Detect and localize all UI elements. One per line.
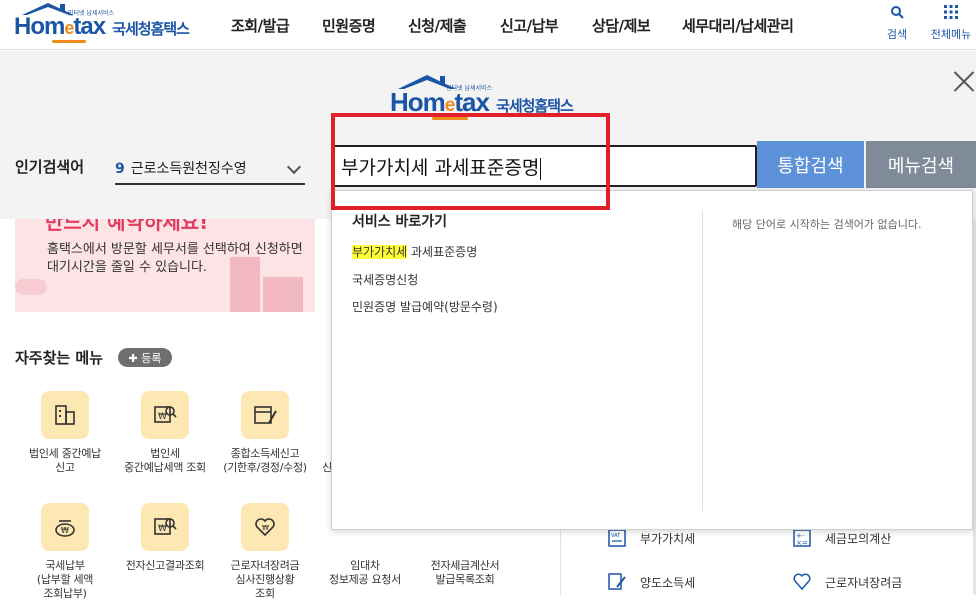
fav-label-8[interactable]: 임대차 정보제공 요청서 (310, 559, 420, 587)
fav-label-9-line1: 전자세금계산서 (430, 559, 500, 572)
suggestion-rest: 과세표준증명 (407, 245, 478, 259)
fav-label-7-line2: 심사진행상황 (235, 573, 295, 586)
fav-label-1-line2: 신고 (55, 461, 75, 474)
corporate-tax-search-icon[interactable]: ₩ (141, 391, 189, 439)
service-shortcut-title: 서비스 바로가기 (352, 214, 448, 230)
suggestion-highlight: 부가가치세 (352, 245, 408, 259)
menu-search-button[interactable]: 메뉴검색 (866, 141, 976, 188)
overlay-logo-tax: tax (454, 87, 490, 117)
fav-label-5-line2: (납부할 세액 (36, 573, 94, 586)
logo-swoosh (52, 40, 86, 43)
nav-apply-submit[interactable]: 신청/제출 (408, 15, 467, 36)
corporate-tax-interim-icon[interactable] (41, 391, 89, 439)
fav-label-6[interactable]: 전자신고결과조회 (110, 559, 220, 573)
nav-tax-agent[interactable]: 세무대리/납세관리 (682, 15, 794, 36)
banner-text-line1: 홈택스에서 방문할 세무서를 선택하여 신청하면 (47, 242, 303, 257)
banner-cloud (15, 279, 47, 295)
logo-korean: 국세청홈택스 (112, 20, 190, 38)
vat-icon[interactable]: VAT (607, 528, 627, 548)
grid-menu-icon (944, 5, 958, 19)
link-vat[interactable]: 부가가치세 (640, 530, 695, 547)
header-search-button[interactable]: 검색 (877, 5, 917, 42)
fav-label-7-line3: 조회 (255, 587, 275, 600)
suggestion-tax-certificate-apply[interactable]: 국세증명신청 (352, 271, 418, 288)
nav-inquiry-issue[interactable]: 조회/발급 (231, 15, 290, 36)
link-capital-gains-tax[interactable]: 양도소득세 (640, 574, 695, 591)
top-header: 인터넷 납세서비스 Hometax 국세청홈택스 조회/발급 민원증명 신청/제… (0, 0, 976, 50)
nav-consult-report[interactable]: 상담/제보 (592, 15, 651, 36)
popular-term: 근로소득원천징수영 (130, 161, 247, 177)
all-menu-button[interactable]: 전체메뉴 (928, 5, 974, 42)
fav-label-1[interactable]: 법인세 중간예납 신고 (10, 447, 120, 475)
fav-label-8-line2: 정보제공 요청서 (329, 573, 401, 586)
tax-payment-icon[interactable]: ₩ (41, 503, 89, 551)
fav-label-3-line1: 종합소득세신고 (230, 447, 300, 460)
svg-text:VAT: VAT (611, 533, 621, 539)
favorites-title: 자주찾는 메뉴 (15, 349, 104, 367)
all-menu-label: 전체메뉴 (930, 28, 972, 41)
heart-hands-icon[interactable] (792, 571, 812, 591)
logo-word-e: e (64, 18, 74, 38)
search-input[interactable]: 부가가치세 과세표준증명 (331, 145, 757, 187)
favorites-add-label: 등록 (141, 352, 162, 365)
favorites-add-button[interactable]: ✚ 등록 (118, 348, 172, 367)
banner-text: 홈택스에서 방문할 세무서를 선택하여 신청하면 대기시간을 줄일 수 있습니다… (47, 241, 303, 277)
svg-text:₩: ₩ (158, 524, 167, 534)
logo-word-tax: tax (73, 13, 106, 40)
svg-text:₩: ₩ (61, 526, 69, 535)
overlay-logo-e: e (444, 95, 456, 116)
fav-label-5-line3: 조회납부) (43, 587, 87, 600)
overlay-logo-korean: 국세청홈택스 (496, 97, 574, 115)
income-tax-calendar-icon[interactable] (241, 391, 289, 439)
logo-word-hom: Hom (14, 13, 65, 40)
fav-label-9-line2: 발급목록조회 (435, 573, 495, 586)
hometax-logo[interactable]: 인터넷 납세서비스 Hometax 국세청홈택스 (12, 2, 202, 46)
svg-text:₩: ₩ (262, 524, 269, 532)
nav-civil-certificate[interactable]: 민원증명 (322, 15, 376, 36)
link-tax-simulation[interactable]: 세금모의계산 (825, 530, 891, 547)
search-icon (891, 6, 904, 19)
svg-text:×=: ×= (796, 539, 808, 547)
plus-icon: ✚ (128, 352, 138, 365)
search-query-text: 부가가치세 과세표준증명 (341, 157, 540, 179)
banner-building (263, 277, 303, 312)
fav-label-2[interactable]: 법인세 중간예납세액 조회 (110, 447, 220, 475)
svg-text:₩: ₩ (158, 412, 167, 422)
header-search-label: 검색 (886, 28, 908, 41)
document-pen-icon[interactable] (607, 571, 627, 591)
suggestion-vat-certificate[interactable]: 부가가치세 과세표준증명 (352, 243, 477, 260)
text-caret (540, 157, 542, 180)
fav-label-2-line1: 법인세 (150, 447, 180, 460)
no-result-message: 해당 단어로 시작하는 검색어가 없습니다. (732, 218, 922, 231)
e-filing-result-icon[interactable]: ₩ (141, 503, 189, 551)
link-earned-income-credit[interactable]: 근로자녀장려금 (825, 574, 902, 591)
nav-report-pay[interactable]: 신고/납부 (500, 15, 559, 36)
overlay-logo-swoosh (432, 117, 468, 120)
integrated-search-button[interactable]: 통합검색 (757, 141, 864, 188)
fav-label-7-line1: 근로자녀장려금 (230, 559, 300, 572)
earned-income-credit-icon[interactable]: ₩ (241, 503, 289, 551)
close-icon[interactable] (953, 70, 975, 92)
calculator-icon[interactable]: +-×= (792, 528, 812, 548)
popular-keywords-select[interactable]: 9 근로소득원천징수영 (115, 150, 305, 185)
dropdown-divider (702, 211, 703, 511)
chevron-down-icon (286, 159, 302, 175)
overlay-logo-hom: Hom (390, 87, 446, 117)
banner-text-line2: 대기시간을 줄일 수 있습니다. (47, 260, 208, 275)
autocomplete-dropdown: 서비스 바로가기 부가가치세 과세표준증명 국세증명신청 민원증명 발급예약(방… (331, 190, 973, 530)
fav-label-6-line1: 전자신고결과조회 (125, 559, 205, 572)
popular-keywords-label: 인기검색어 (15, 158, 85, 176)
popular-rank: 9 (115, 161, 125, 177)
right-panel-divider (560, 530, 561, 595)
fav-label-2-line2: 중간예납세액 조회 (124, 461, 206, 474)
fav-label-5-line1: 국세납부 (45, 559, 85, 572)
fav-label-8-line1: 임대차 (350, 559, 380, 572)
suggestion-civil-cert-reservation[interactable]: 민원증명 발급예약(방문수령) (352, 298, 498, 315)
search-overlay-logo: 인터넷 납세서비스 Hometax 국세청홈택스 (388, 74, 608, 124)
fav-label-9[interactable]: 전자세금계산서 발급목록조회 (410, 559, 520, 587)
fav-label-1-line1: 법인세 중간예납 (29, 447, 101, 460)
